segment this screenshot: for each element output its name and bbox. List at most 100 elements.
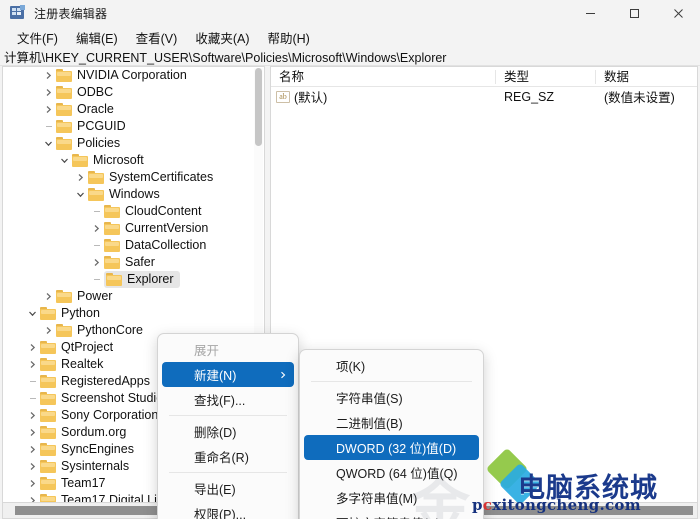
tree-item-content[interactable]: Policies	[56, 135, 120, 152]
tree-item-content[interactable]: NVIDIA Corporation	[56, 67, 187, 84]
folder-icon	[106, 273, 122, 286]
tree-item-content[interactable]: Team17	[40, 475, 105, 492]
chevron-right-icon[interactable]	[41, 84, 56, 101]
tree-vertical-scroll-thumb[interactable]	[255, 68, 262, 146]
tree-item[interactable]: CurrentVersion	[3, 220, 257, 237]
folder-icon	[40, 426, 56, 439]
chevron-right-icon[interactable]	[25, 475, 40, 492]
chevron-right-icon[interactable]	[41, 322, 56, 339]
menu-separator	[311, 381, 472, 382]
chevron-right-icon[interactable]	[25, 407, 40, 424]
chevron-right-icon[interactable]	[89, 220, 104, 237]
tree-item-content[interactable]: CloudContent	[104, 203, 201, 220]
tree-leaf-marker	[25, 373, 40, 390]
menu-help[interactable]: 帮助(H)	[258, 26, 318, 49]
menu-view[interactable]: 查看(V)	[127, 26, 187, 49]
submenu-qword-value[interactable]: QWORD (64 位)值(Q)	[304, 460, 479, 485]
tree-item-content[interactable]: PythonCore	[56, 322, 143, 339]
tree-item-content[interactable]: Microsoft	[72, 152, 144, 169]
chevron-right-icon[interactable]	[41, 67, 56, 84]
minimize-icon[interactable]	[568, 0, 612, 26]
chevron-right-icon[interactable]	[25, 339, 40, 356]
tree-item[interactable]: ODBC	[3, 84, 257, 101]
submenu-dword-value[interactable]: DWORD (32 位)值(D)	[304, 435, 479, 460]
chevron-right-icon[interactable]	[41, 288, 56, 305]
tree-leaf-marker	[41, 118, 56, 135]
tree-item-content[interactable]: Screenshot Studio	[40, 390, 163, 407]
column-header-type[interactable]: 类型	[496, 67, 596, 87]
tree-item-label: CurrentVersion	[125, 221, 209, 235]
tree-item-content[interactable]: Sony Corporation	[40, 407, 158, 424]
submenu-multi-string[interactable]: 多字符串值(M)	[304, 485, 479, 510]
values-list-row[interactable]: ab (默认) REG_SZ (数值未设置)	[271, 87, 697, 106]
chevron-right-icon[interactable]	[25, 441, 40, 458]
tree-item-content[interactable]: Explorer	[104, 271, 180, 288]
menu-favorites[interactable]: 收藏夹(A)	[186, 26, 258, 49]
tree-item-content[interactable]: SystemCertificates	[88, 169, 213, 186]
tree-item-content[interactable]: Power	[56, 288, 112, 305]
submenu-binary-value[interactable]: 二进制值(B)	[304, 410, 479, 435]
menu-edit[interactable]: 编辑(E)	[67, 26, 127, 49]
ctx-find[interactable]: 查找(F)...	[162, 387, 294, 412]
tree-item-label: ODBC	[77, 85, 114, 99]
tree-item-content[interactable]: DataCollection	[104, 237, 206, 254]
chevron-down-icon[interactable]	[41, 135, 56, 152]
tree-item-content[interactable]: ODBC	[56, 84, 113, 101]
folder-icon	[40, 460, 56, 473]
tree-item[interactable]: PCGUID	[3, 118, 257, 135]
menu-file[interactable]: 文件(F)	[8, 26, 67, 49]
tree-item[interactable]: Oracle	[3, 101, 257, 118]
tree-item[interactable]: Microsoft	[3, 152, 257, 169]
chevron-down-icon[interactable]	[25, 305, 40, 322]
submenu-string-value[interactable]: 字符串值(S)	[304, 385, 479, 410]
column-header-name[interactable]: 名称	[271, 67, 496, 87]
tree-item[interactable]: CloudContent	[3, 203, 257, 220]
tree-item[interactable]: Python	[3, 305, 257, 322]
submenu-expandable-string[interactable]: 可扩充字符串值(E)	[304, 510, 479, 519]
submenu-key[interactable]: 项(K)	[304, 353, 479, 378]
tree-item[interactable]: Power	[3, 288, 257, 305]
ctx-permissions[interactable]: 权限(P)...	[162, 501, 294, 519]
tree-leaf-marker	[25, 390, 40, 407]
chevron-right-icon[interactable]	[25, 492, 40, 502]
ctx-new[interactable]: 新建(N)	[162, 362, 294, 387]
chevron-right-icon[interactable]	[25, 458, 40, 475]
chevron-right-icon[interactable]	[89, 254, 104, 271]
chevron-right-icon[interactable]	[73, 169, 88, 186]
tree-item-content[interactable]: Oracle	[56, 101, 114, 118]
folder-icon	[56, 86, 72, 99]
tree-item-content[interactable]: Python	[40, 305, 100, 322]
tree-item[interactable]: DataCollection	[3, 237, 257, 254]
tree-item-content[interactable]: SyncEngines	[40, 441, 134, 458]
menu-separator	[169, 415, 287, 416]
chevron-down-icon[interactable]	[57, 152, 72, 169]
chevron-right-icon[interactable]	[41, 101, 56, 118]
maximize-icon[interactable]	[612, 0, 656, 26]
column-header-data[interactable]: 数据	[596, 67, 697, 87]
tree-item-content[interactable]: Realtek	[40, 356, 103, 373]
tree-item[interactable]: Explorer	[3, 271, 257, 288]
tree-item-content[interactable]: Windows	[88, 186, 160, 203]
tree-item-content[interactable]: RegisteredApps	[40, 373, 150, 390]
ctx-delete[interactable]: 删除(D)	[162, 419, 294, 444]
tree-item-content[interactable]: CurrentVersion	[104, 220, 208, 237]
tree-item-content[interactable]: PCGUID	[56, 118, 126, 135]
tree-item-content[interactable]: QtProject	[40, 339, 113, 356]
tree-item[interactable]: Windows	[3, 186, 257, 203]
tree-item-label: RegisteredApps	[61, 374, 150, 388]
tree-item[interactable]: SystemCertificates	[3, 169, 257, 186]
folder-icon	[40, 375, 56, 388]
ctx-rename[interactable]: 重命名(R)	[162, 444, 294, 469]
chevron-right-icon[interactable]	[25, 356, 40, 373]
tree-item-content[interactable]: Sysinternals	[40, 458, 129, 475]
tree-item-content[interactable]: Sordum.org	[40, 424, 126, 441]
chevron-right-icon[interactable]	[25, 424, 40, 441]
ctx-export[interactable]: 导出(E)	[162, 476, 294, 501]
chevron-down-icon[interactable]	[73, 186, 88, 203]
close-icon[interactable]	[656, 0, 700, 26]
tree-item[interactable]: NVIDIA Corporation	[3, 67, 257, 84]
tree-item[interactable]: Safer	[3, 254, 257, 271]
tree-item-content[interactable]: Safer	[104, 254, 155, 271]
tree-item[interactable]: Policies	[3, 135, 257, 152]
address-bar[interactable]: 计算机\HKEY_CURRENT_USER\Software\Policies\…	[0, 48, 700, 66]
